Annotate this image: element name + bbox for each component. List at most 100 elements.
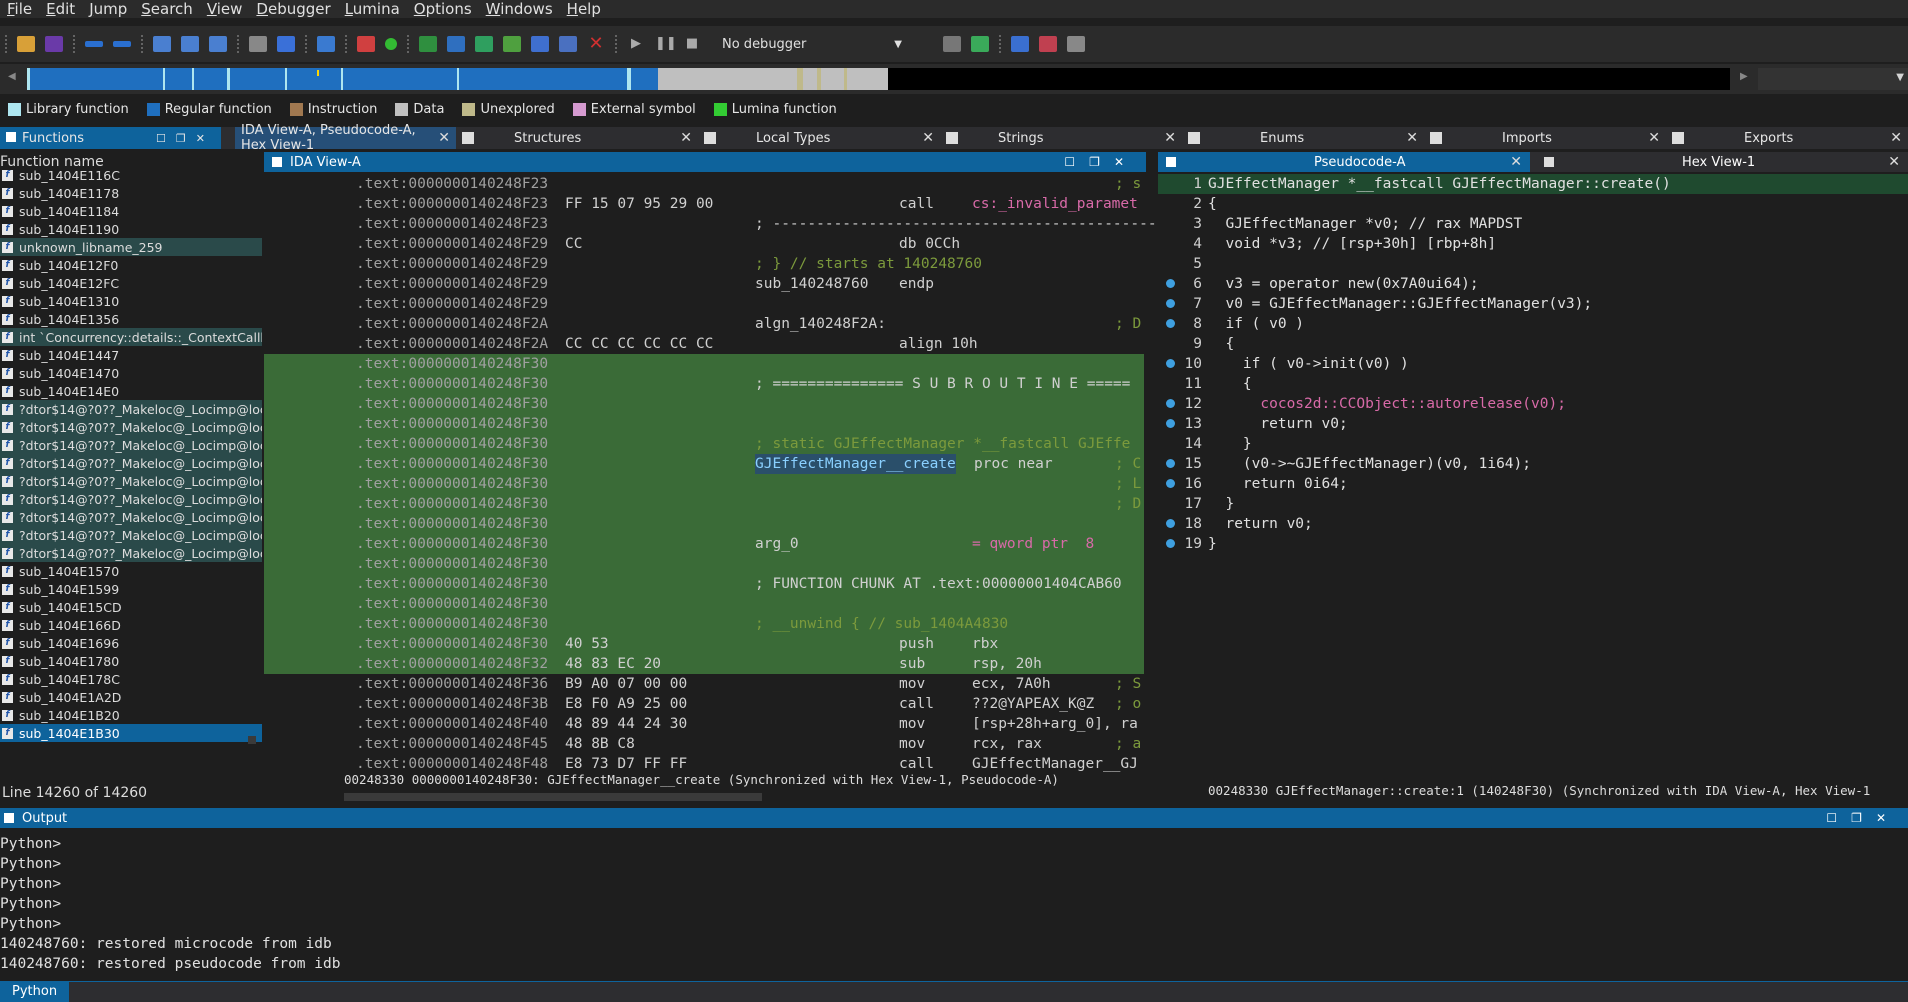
disasm-line[interactable]: .text:0000000140248F30 ; __unwind { // su… [264, 614, 1144, 634]
function-row[interactable]: f sub_1404E1184 [0, 202, 262, 220]
disasm-line[interactable]: .text:0000000140248F2A algn_140248F2A: ; D [264, 314, 1144, 334]
breakpoint-dot-icon[interactable] [1166, 399, 1175, 408]
toolbar-grip[interactable] [236, 34, 240, 54]
pseudocode-line[interactable]: 3 GJEffectManager *v0; // rax MAPDST [1158, 214, 1908, 234]
menu-item-help[interactable]: Help [560, 0, 608, 18]
menu-item-view[interactable]: View [200, 0, 250, 18]
close-icon[interactable]: ✕ [1406, 130, 1418, 146]
search-icon[interactable] [249, 36, 267, 52]
undefine-icon[interactable]: ✕ [587, 35, 605, 53]
window-controls[interactable]: ☐❐✕ [156, 132, 215, 145]
run-green-icon[interactable] [385, 38, 397, 50]
toolbar-grip[interactable] [406, 34, 410, 54]
pseudocode-line[interactable]: 18 return v0; [1158, 514, 1908, 534]
function-row[interactable]: f sub_1404E1780 [0, 652, 262, 670]
pause-icon[interactable]: ❚❚ [655, 36, 677, 52]
function-row[interactable]: f sub_1404E1599 [0, 580, 262, 598]
flag-icon[interactable] [1067, 36, 1085, 52]
tab-exports[interactable]: Exports ✕ [1666, 127, 1908, 149]
pseudocode-line[interactable]: 11 { [1158, 374, 1908, 394]
disasm-line[interactable]: .text:0000000140248F30 [264, 554, 1144, 574]
struct-var-icon[interactable] [531, 36, 549, 52]
close-icon[interactable]: ✕ [922, 130, 934, 146]
menu-item-file[interactable]: File [0, 0, 39, 18]
tab-structures[interactable]: Structures ✕ [456, 127, 698, 149]
disasm-line[interactable]: .text:0000000140248F23 FF 15 07 95 29 00 c… [264, 194, 1144, 214]
functions-list[interactable]: f sub_1404E116C f sub_1404E1178 f sub_1404E11… [0, 166, 262, 758]
disassembly-view[interactable]: .text:0000000140248F23; s .text:000000014… [264, 174, 1165, 774]
toolbar-grip[interactable] [998, 34, 1002, 54]
script-icon[interactable] [357, 36, 375, 52]
toolbar-grip[interactable] [614, 34, 618, 54]
pseudocode-line[interactable]: 1 GJEffectManager *__fastcall GJEffectMan… [1158, 174, 1908, 194]
pseudocode-line[interactable]: 19} [1158, 534, 1908, 554]
window-controls[interactable]: ☐❐✕ [1826, 811, 1900, 825]
menu-item-lumina[interactable]: Lumina [338, 0, 407, 18]
disasm-line[interactable]: .text:0000000140248F30 40 53 push rbx [264, 634, 1144, 654]
nav-dropdown[interactable]: ▼ [1758, 68, 1908, 90]
function-row[interactable]: f ?dtor$14@?0??_Makeloc@_Locimp@loca [0, 508, 262, 526]
output-console[interactable]: Python> Python> Python> Python> Python> 14024… [0, 834, 1900, 976]
jump-list-icon[interactable] [181, 36, 199, 52]
function-row[interactable]: f ?dtor$14@?0??_Makeloc@_Locimp@loca [0, 544, 262, 562]
breakpoint-dot-icon[interactable] [1166, 519, 1175, 528]
toolbar-grip[interactable] [304, 34, 308, 54]
pseudocode-line[interactable]: 16 return 0i64; [1158, 474, 1908, 494]
close-icon[interactable]: ✕ [1164, 130, 1176, 146]
disasm-line[interactable]: .text:0000000140248F30 arg_0 = qword ptr 8 [264, 534, 1144, 554]
function-row[interactable]: f sub_1404E1178 [0, 184, 262, 202]
jump-icon[interactable] [153, 36, 171, 52]
function-row[interactable]: f sub_1404E12F0 [0, 256, 262, 274]
disasm-line[interactable]: .text:0000000140248F40 48 89 44 24 30 mov [… [264, 714, 1144, 734]
disasm-line[interactable]: .text:0000000140248F30 ; D [264, 494, 1144, 514]
tab-strings[interactable]: Strings ✕ [940, 127, 1182, 149]
breakpoint-dot-icon[interactable] [1166, 299, 1175, 308]
debugger-select[interactable]: No debugger ▼ [716, 34, 908, 54]
menu-item-search[interactable]: Search [134, 0, 200, 18]
breakpoint-dot-icon[interactable] [1166, 419, 1175, 428]
function-row[interactable]: f sub_1404E1310 [0, 292, 262, 310]
pseudocode-line[interactable]: 7 v0 = GJEffectManager::GJEffectManager(… [1158, 294, 1908, 314]
menu-item-options[interactable]: Options [407, 0, 479, 18]
close-icon[interactable]: ✕ [1888, 154, 1900, 170]
pseudocode-line[interactable]: 8 if ( v0 ) [1158, 314, 1908, 334]
disasm-line[interactable]: .text:0000000140248F30 [264, 514, 1144, 534]
window-controls[interactable]: ☐❐✕ [1064, 155, 1138, 169]
function-row[interactable]: f unknown_libname_259 [0, 238, 262, 256]
close-icon[interactable]: ✕ [1890, 130, 1902, 146]
disasm-line[interactable]: .text:0000000140248F30 [264, 354, 1144, 374]
tab-imports[interactable]: Imports ✕ [1424, 127, 1666, 149]
menu-item-debugger[interactable]: Debugger [249, 0, 337, 18]
disasm-line[interactable]: .text:0000000140248F45 48 8B C8 mov rcx, ra… [264, 734, 1144, 754]
disasm-line[interactable]: .text:0000000140248F30 [264, 394, 1144, 414]
pseudocode-line[interactable]: 13 return v0; [1158, 414, 1908, 434]
code-icon[interactable] [419, 36, 437, 52]
menu-item-windows[interactable]: Windows [479, 0, 560, 18]
tab-local-types[interactable]: Local Types ✕ [698, 127, 940, 149]
disasm-line[interactable]: .text:0000000140248F30 ; static GJEffectM… [264, 434, 1144, 454]
breakpoint-icon[interactable] [1039, 36, 1057, 52]
function-row[interactable]: f ?dtor$14@?0??_Makeloc@_Locimp@loca [0, 472, 262, 490]
pseudocode-line[interactable]: 15 (v0->~GJEffectManager)(v0, 1i64); [1158, 454, 1908, 474]
function-row[interactable]: f sub_1404E1B30 [0, 724, 262, 742]
python-language-button[interactable]: Python [0, 982, 70, 1002]
disasm-line[interactable]: .text:0000000140248F30 ; =============== … [264, 374, 1144, 394]
disasm-line[interactable]: .text:0000000140248F29 [264, 294, 1144, 314]
attach-icon[interactable] [943, 36, 961, 52]
hex-view-tab[interactable]: Hex View-1 ✕ [1530, 152, 1908, 172]
navigation-strip[interactable] [27, 68, 1730, 90]
toolbar-grip[interactable] [344, 34, 348, 54]
data-icon[interactable] [447, 36, 465, 52]
toolbar-grip[interactable] [72, 34, 76, 54]
disasm-line[interactable]: .text:0000000140248F48 E8 73 D7 FF FF call… [264, 754, 1144, 774]
function-row[interactable]: f sub_1404E1190 [0, 220, 262, 238]
function-row[interactable]: f sub_1404E166D [0, 616, 262, 634]
function-row[interactable]: f ?dtor$14@?0??_Makeloc@_Locimp@loca [0, 418, 262, 436]
breakpoint-dot-icon[interactable] [1166, 319, 1175, 328]
save-icon[interactable] [45, 36, 63, 52]
back-icon[interactable] [85, 41, 103, 47]
function-icon[interactable] [475, 36, 493, 52]
window-icon[interactable] [1011, 36, 1029, 52]
breakpoint-dot-icon[interactable] [1166, 539, 1175, 548]
breakpoint-dot-icon[interactable] [1166, 479, 1175, 488]
